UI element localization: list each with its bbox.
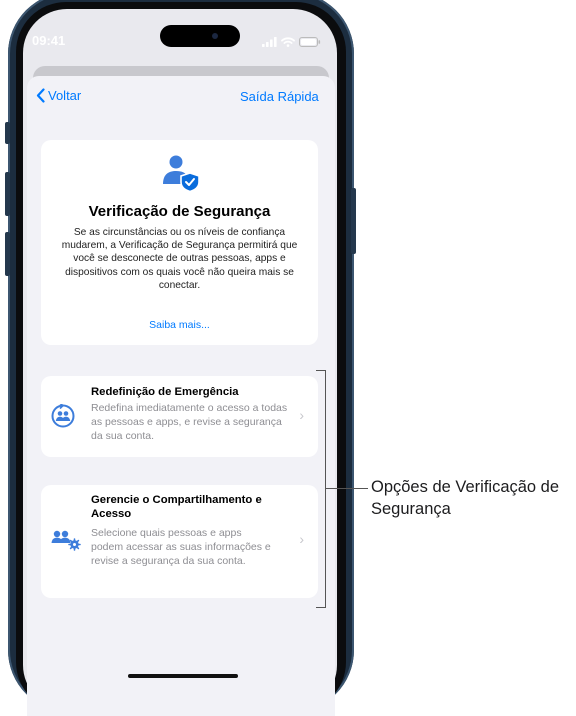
back-button[interactable]: Voltar [36,88,81,103]
volume-down-button [5,232,10,276]
dynamic-island [160,25,240,47]
manage-sharing-title: Gerencie o Compartilhamento e Acesso [91,494,262,520]
emergency-reset-icon [51,404,75,428]
emergency-reset-description: Redefina imediatamente o acesso a todas … [91,402,288,442]
person-shield-icon [163,155,200,192]
intro-description: Se as circunstâncias ou os níveis de con… [61,227,298,291]
home-indicator[interactable] [128,674,238,678]
chevron-right-icon: › [299,407,304,423]
camera-dot [212,33,218,39]
chevron-right-icon: › [299,531,304,547]
manage-sharing-description: Selecione quais pessoas e apps podem ace… [91,527,271,567]
volume-up-button [5,172,10,216]
intro-title: Verificação de Segurança [88,203,271,220]
emergency-reset-title: Redefinição de Emergência [91,386,239,398]
learn-more-link[interactable]: Saiba mais... [41,319,318,331]
back-button-label: Voltar [48,88,82,103]
chevron-left-icon [36,88,45,103]
people-gear-icon [51,530,81,551]
status-time: 09:41 [32,33,66,48]
signal-icon [262,37,277,47]
manage-sharing-option[interactable]: Gerencie o Compartilhamento e Acesso Sel… [41,485,318,598]
callout-label: Opções de Verificação de Segurança [371,478,560,518]
intro-card: Verificação de Segurança Se as circunstâ… [41,140,318,345]
quick-exit-button[interactable]: Saída Rápida [240,89,319,104]
status-icons [262,37,321,47]
options-bracket [316,370,326,608]
wifi-icon [281,37,295,47]
emergency-reset-option[interactable]: Redefinição de Emergência Redefina imedi… [41,376,318,457]
battery-icon [299,37,321,47]
power-button [351,188,356,254]
side-button [5,122,10,144]
callout-leader-line [326,488,368,489]
